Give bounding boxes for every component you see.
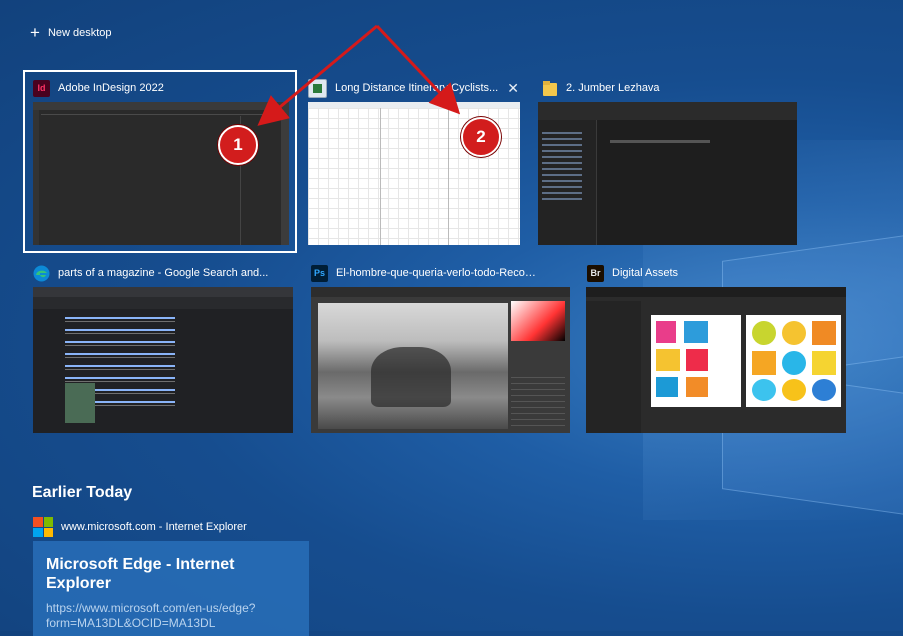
window-thumbnail-photoshop[interactable] xyxy=(311,287,570,433)
window-tile-bridge[interactable]: Br Digital Assets xyxy=(587,259,847,287)
document-icon xyxy=(308,78,327,98)
marker-1: 1 xyxy=(218,125,258,165)
close-icon[interactable]: ✕ xyxy=(507,80,523,97)
timeline-card[interactable]: Microsoft Edge - Internet Explorer https… xyxy=(33,541,309,636)
window-thumbnail-edge[interactable] xyxy=(33,287,293,433)
timeline-card-url: https://www.microsoft.com/en-us/edge?for… xyxy=(46,601,256,630)
timeline-card-title: Microsoft Edge - Internet Explorer xyxy=(46,556,235,592)
window-title: 2. Jumber Lezhava xyxy=(566,82,660,94)
window-title: parts of a magazine - Google Search and.… xyxy=(58,267,269,279)
window-tile-document[interactable]: Long Distance Itinerary Cyclists... ✕ xyxy=(308,74,523,102)
window-title: Long Distance Itinerary Cyclists... xyxy=(335,82,499,94)
microsoft-logo-icon xyxy=(33,517,53,537)
folder-icon xyxy=(541,80,558,97)
window-thumbnail-indesign[interactable] xyxy=(33,102,289,245)
timeline-item-label: www.microsoft.com - Internet Explorer xyxy=(61,521,247,533)
marker-2: 2 xyxy=(461,117,501,157)
timeline-heading: Earlier Today xyxy=(32,484,133,501)
window-title: Digital Assets xyxy=(612,267,679,279)
window-thumbnail-explorer[interactable] xyxy=(538,102,797,245)
window-tile-explorer[interactable]: 2. Jumber Lezhava xyxy=(541,74,801,102)
new-desktop-button[interactable]: + New desktop xyxy=(30,23,112,42)
window-title: Adobe InDesign 2022 xyxy=(58,82,164,94)
photoshop-icon: Ps xyxy=(311,264,328,282)
new-desktop-label: New desktop xyxy=(47,27,112,39)
window-thumbnail-bridge[interactable] xyxy=(586,287,846,433)
window-tile-edge[interactable]: parts of a magazine - Google Search and.… xyxy=(33,259,293,287)
window-tile-indesign[interactable]: Id Adobe InDesign 2022 xyxy=(33,74,291,102)
edge-icon xyxy=(33,265,50,282)
window-title: El-hombre-que-queria-verlo-todo-Recov... xyxy=(336,267,536,279)
bridge-icon: Br xyxy=(587,264,604,282)
plus-icon: + xyxy=(30,23,40,42)
window-tile-photoshop[interactable]: Ps El-hombre-que-queria-verlo-todo-Recov… xyxy=(311,259,536,287)
indesign-icon: Id xyxy=(33,79,50,97)
timeline-item[interactable]: www.microsoft.com - Internet Explorer xyxy=(33,517,247,537)
